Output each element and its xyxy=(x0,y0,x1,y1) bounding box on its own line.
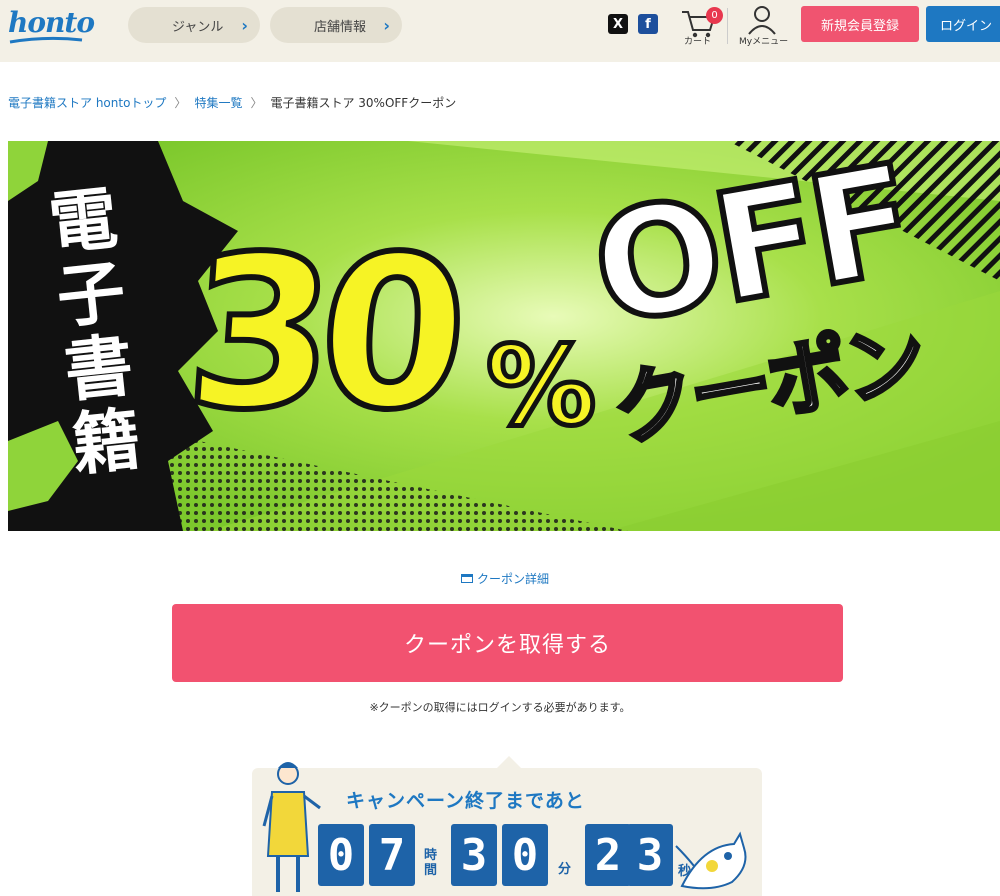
honto-logo[interactable]: honto xyxy=(8,6,95,39)
site-header: honto ジャンル › 店舗情報 › X f 0 カート Myメニュー 新規会… xyxy=(0,0,1000,62)
coupon-detail-link[interactable]: クーポン詳細 xyxy=(461,570,549,587)
countdown-unit-min: 分 xyxy=(558,862,572,877)
chevron-right-icon: › xyxy=(383,16,390,35)
countdown-seconds-digit: 2 xyxy=(585,824,631,886)
nav-genre-label: ジャンル xyxy=(172,19,224,35)
countdown-unit-hour: 時間 xyxy=(424,848,438,878)
user-icon[interactable] xyxy=(740,4,784,36)
nav-store-info-button[interactable]: 店舗情報 › xyxy=(270,7,402,43)
breadcrumb-link-top[interactable]: 電子書籍ストア hontoトップ xyxy=(8,94,166,111)
x-twitter-icon[interactable]: X xyxy=(608,14,628,34)
login-button[interactable]: ログイン xyxy=(926,6,1000,42)
mymenu-label: Myメニュー xyxy=(739,37,789,47)
chevron-right-icon: › xyxy=(241,16,248,35)
logo-swoosh-icon xyxy=(9,36,83,44)
get-coupon-button[interactable]: クーポンを取得する xyxy=(172,604,843,682)
banner-percent-text: % xyxy=(483,322,598,450)
cart-count-badge: 0 xyxy=(706,7,723,24)
nav-genre-button[interactable]: ジャンル › xyxy=(128,7,260,43)
countdown-minutes-digit: 0 xyxy=(502,824,548,886)
header-divider xyxy=(727,8,728,44)
breadcrumb-link-features[interactable]: 特集一覧 xyxy=(194,94,242,111)
register-button[interactable]: 新規会員登録 xyxy=(801,6,919,42)
coupon-card-icon xyxy=(461,574,473,583)
countdown-hours-digit: 0 xyxy=(318,824,364,886)
breadcrumb-current: 電子書籍ストア 30%OFFクーポン xyxy=(270,96,457,110)
banner-30-text: 30 xyxy=(176,208,463,459)
countdown-minutes-digit: 3 xyxy=(451,824,497,886)
login-required-note: ※クーポンの取得にはログインする必要があります。 xyxy=(369,701,631,714)
breadcrumb-separator: 〉 xyxy=(174,96,187,110)
coupon-detail-label: クーポン詳細 xyxy=(477,572,550,586)
campaign-banner: 電子書籍 30 % OFF クーポン xyxy=(8,141,1000,531)
countdown-hours-digit: 7 xyxy=(369,824,415,886)
countdown-notch xyxy=(497,756,521,768)
nav-store-info-label: 店舗情報 xyxy=(314,19,367,35)
facebook-icon[interactable]: f xyxy=(638,14,658,34)
breadcrumb: 電子書籍ストア hontoトップ 〉 特集一覧 〉 電子書籍ストア 30%OFF… xyxy=(8,94,456,111)
cart-label: カート xyxy=(684,37,712,47)
cat-illustration-icon xyxy=(675,831,747,890)
breadcrumb-separator: 〉 xyxy=(250,96,263,110)
countdown-seconds-digit: 3 xyxy=(627,824,673,886)
countdown-title: キャンペーン終了まであと xyxy=(346,790,585,812)
